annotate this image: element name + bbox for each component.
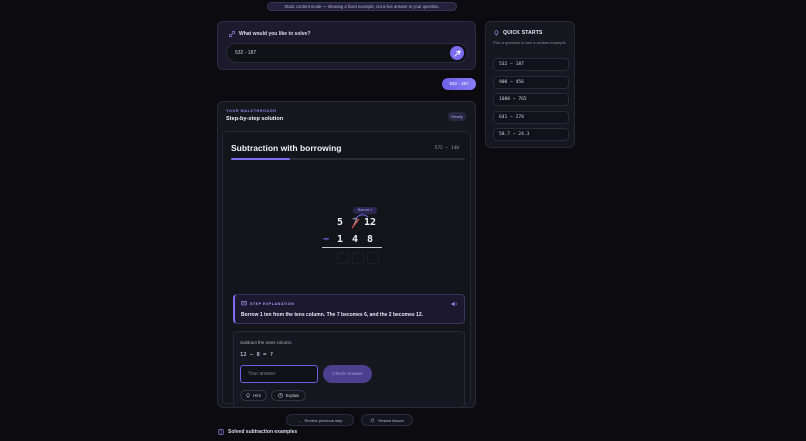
status-badge: Ready (448, 112, 466, 121)
question-input[interactable]: 532 - 187 (226, 43, 468, 63)
walkthrough-label: YOUR WALKTHROUGH (226, 109, 277, 113)
quick-start-item[interactable]: 900 − 456 (493, 76, 569, 89)
restart-label: Restart lesson (378, 417, 404, 423)
answer-slot (367, 252, 379, 264)
message-icon (241, 301, 247, 306)
review-label: Review previous step (304, 417, 343, 423)
top-digit-hundreds: 5 (337, 217, 344, 228)
answer-slot (352, 252, 364, 264)
step-explanation: STEP EXPLANATION Borrow 1 ten from the t… (233, 294, 465, 324)
lesson-title: Subtraction with borrowing (231, 143, 342, 153)
speaker-icon[interactable] (451, 301, 458, 307)
ask-title-text: What would you like to solve? (239, 31, 311, 37)
restart-lesson-button[interactable]: Restart lesson (361, 414, 413, 426)
step-explanation-label: STEP EXPLANATION (241, 301, 294, 306)
solved-examples-heading-text: Solved subtraction examples (228, 429, 298, 435)
bottom-digit-ones: 8 (367, 234, 374, 245)
check-answer-button[interactable]: Check Answer (323, 365, 372, 383)
practice-question: Subtract the ones column. (240, 340, 293, 345)
quick-starts-title-text: QUICK STARTS (503, 30, 543, 36)
bottom-digit-tens: 4 (352, 234, 359, 245)
lesson-problem: 572 − 148 (434, 146, 459, 151)
hint-label: Hint (253, 393, 261, 398)
question-input-value: 532 - 187 (235, 50, 257, 56)
walkthrough-card: YOUR WALKTHROUGH Step-by-step solution R… (217, 101, 476, 426)
top-digit-ones-value: 12 (364, 217, 377, 228)
quick-start-item[interactable]: 1000 − 765 (493, 93, 569, 106)
link-icon (229, 31, 235, 37)
ask-title: What would you like to solve? (229, 31, 310, 37)
quick-start-item[interactable]: 58.7 − 24.3 (493, 128, 569, 141)
strike-icon (351, 218, 360, 229)
arrow-left-icon: ← (297, 417, 302, 423)
quick-start-item[interactable]: 641 − 278 (493, 111, 569, 124)
lightbulb-icon (494, 30, 499, 36)
quick-start-item[interactable]: 532 − 187 (493, 58, 569, 71)
answer-input[interactable] (240, 365, 318, 383)
quick-starts-subtitle: Pick a question to see a worked example. (493, 40, 567, 45)
step-explanation-text: Borrow 1 ten from the tens column. The 7… (241, 312, 423, 318)
quick-starts-panel: QUICK STARTS Pick a question to see a wo… (485, 21, 575, 148)
practice-equation: 12 − 8 = ? (240, 352, 274, 358)
explain-button[interactable]: Explain (271, 390, 306, 401)
lightbulb-icon (246, 393, 250, 398)
minus-sign: − (323, 234, 330, 245)
lesson-progress-bar (231, 158, 465, 160)
user-question-bubble: 532 - 187 (442, 78, 476, 90)
solved-examples-heading: Solved subtraction examples (218, 429, 297, 435)
lesson-panel: Subtraction with borrowing 572 − 148 Bor… (222, 131, 471, 426)
practice-panel: Subtract the ones column. 12 − 8 = ? Che… (233, 331, 465, 408)
walkthrough-title: Step-by-step solution (226, 116, 284, 122)
send-button[interactable] (450, 46, 464, 60)
step-explanation-label-text: STEP EXPLANATION (250, 301, 295, 306)
hint-button[interactable]: Hint (240, 390, 267, 401)
answer-rule (322, 247, 382, 248)
help-circle-icon (277, 393, 283, 398)
quick-starts-title: QUICK STARTS (494, 30, 543, 36)
review-previous-step-button[interactable]: ← Review previous step (286, 414, 354, 426)
lesson-progress-fill (231, 158, 290, 160)
send-icon (453, 49, 461, 57)
restart-icon (370, 418, 375, 422)
bottom-digit-hundreds: 1 (337, 234, 344, 245)
top-digit-ones: 12 (364, 217, 376, 228)
static-mode-banner: Static content mode — showing a fixed ex… (267, 2, 457, 11)
book-icon (218, 429, 224, 435)
explain-label: Explain (285, 393, 300, 398)
answer-slot (337, 252, 349, 264)
ask-card: What would you like to solve? 532 - 187 (217, 21, 476, 70)
